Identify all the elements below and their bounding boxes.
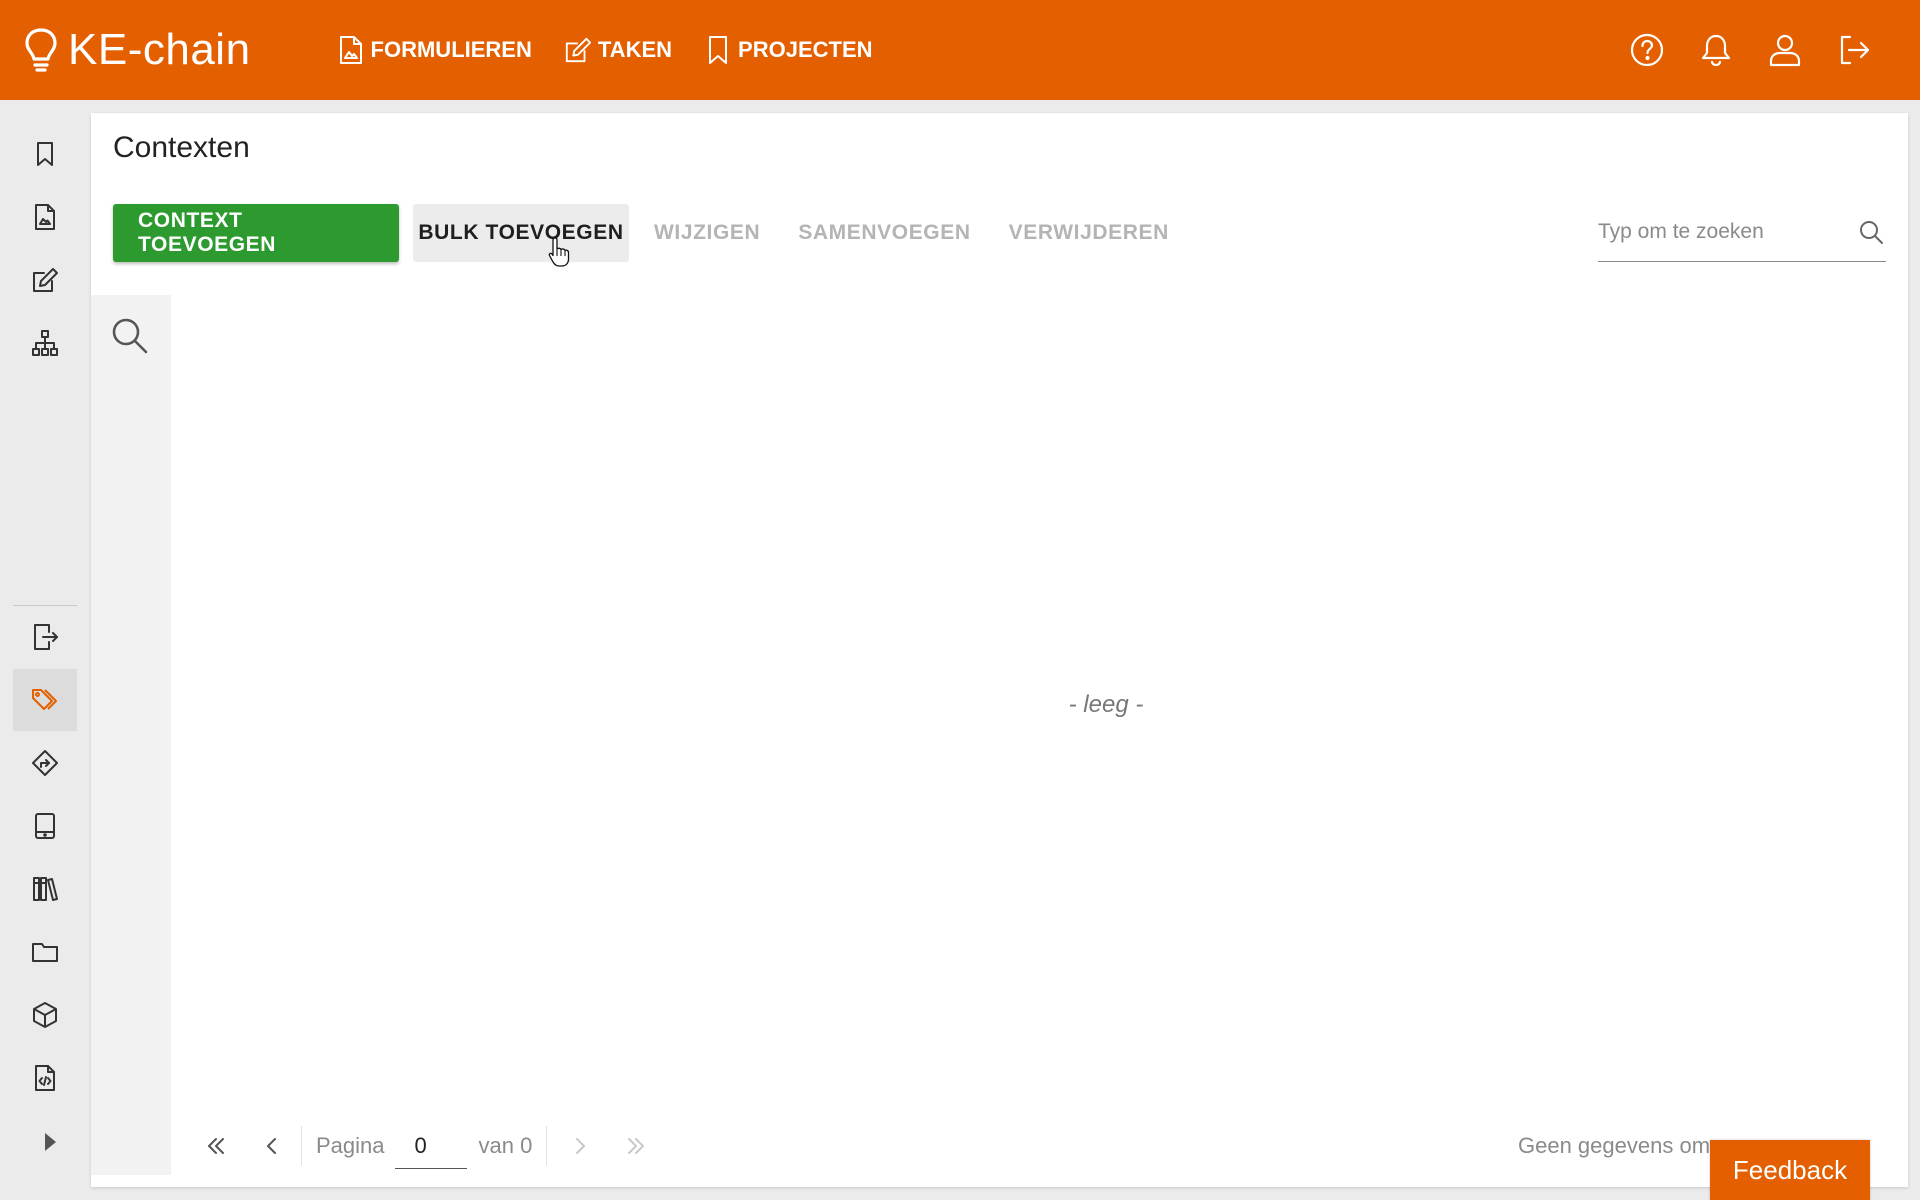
sidebar-item-routes[interactable] (13, 732, 77, 794)
nav-taken-label: TAKEN (597, 37, 673, 62)
top-navigation: FORMULIEREN TAKEN PROJECTEN (337, 0, 905, 100)
page-label: Pagina (316, 1133, 385, 1158)
empty-table-message: - leeg - (1068, 691, 1144, 718)
delete-button[interactable]: VERWIJDEREN (1009, 204, 1169, 262)
export-icon (31, 623, 59, 651)
page-number-input[interactable] (394, 1123, 467, 1169)
bookmark-icon (704, 35, 738, 65)
sitemap-icon (31, 329, 59, 357)
tags-icon (31, 686, 59, 714)
action-toolbar: CONTEXT TOEVOEGEN BULK TOEVOEGEN WIJZIGE… (113, 204, 1169, 262)
library-icon (31, 875, 59, 903)
pager-divider (546, 1126, 548, 1166)
folder-icon (31, 938, 59, 966)
sidebar-item-devices[interactable] (13, 795, 77, 857)
top-app-bar: KE-chain FORMULIEREN TAKEN PROJECTEN (0, 0, 1920, 100)
search-field (1598, 204, 1886, 262)
contexts-panel: Contexten CONTEXT TOEVOEGEN BULK TOEVOEG… (91, 113, 1908, 1187)
page-title: Contexten (113, 131, 250, 164)
route-icon (31, 749, 59, 777)
edit-icon (31, 266, 59, 294)
page-total-label: van 0 (478, 1133, 533, 1158)
feedback-button[interactable]: Feedback (1710, 1140, 1870, 1200)
logout-icon[interactable] (1836, 32, 1872, 68)
bookmark-icon (31, 140, 59, 168)
sidebar-item-library[interactable] (13, 858, 77, 920)
first-page-icon[interactable] (201, 1131, 231, 1161)
cube-icon (31, 1001, 59, 1029)
no-data-message: Geen gegevens om (1518, 1133, 1711, 1158)
top-actions (1596, 0, 1872, 100)
pagination: Pagina van 0 (201, 1119, 651, 1173)
edit-button[interactable]: WIJZIGEN (654, 204, 760, 262)
merge-button[interactable]: SAMENVOEGEN (798, 204, 970, 262)
sidebar-item-export[interactable] (13, 606, 77, 668)
help-icon[interactable] (1629, 32, 1665, 68)
search-input[interactable] (1598, 204, 1848, 260)
sidebar-item-forms[interactable] (13, 186, 77, 248)
form-icon (31, 203, 59, 231)
bulk-add-button[interactable]: BULK TOEVOEGEN (413, 204, 629, 262)
nav-formulieren[interactable]: FORMULIEREN (337, 35, 532, 65)
edit-icon (564, 35, 598, 65)
filter-search-icon[interactable] (109, 315, 149, 355)
search-icon[interactable] (1858, 219, 1884, 245)
nav-taken[interactable]: TAKEN (564, 35, 672, 65)
add-context-button[interactable]: CONTEXT TOEVOEGEN (113, 204, 399, 262)
sidebar-expand-icon[interactable] (40, 1127, 60, 1157)
sidebar (0, 100, 90, 1200)
pager-divider (301, 1126, 302, 1166)
lightbulb-logo-icon (24, 27, 58, 73)
script-file-icon (31, 1064, 59, 1092)
next-page-icon[interactable] (565, 1131, 595, 1161)
sidebar-item-tasks[interactable] (13, 249, 77, 311)
sidebar-item-bookmarks[interactable] (13, 123, 77, 185)
mouse-pointer-icon (547, 236, 571, 268)
last-page-icon[interactable] (621, 1131, 651, 1161)
sidebar-item-documents[interactable] (13, 921, 77, 983)
nav-formulieren-label: FORMULIEREN (370, 37, 532, 62)
user-icon[interactable] (1767, 32, 1803, 68)
sidebar-item-structure[interactable] (13, 312, 77, 374)
nav-projecten-label: PROJECTEN (738, 37, 873, 62)
sidebar-item-scripts[interactable] (13, 1047, 77, 1109)
bell-icon[interactable] (1698, 32, 1734, 68)
brand[interactable]: KE-chain (24, 0, 251, 100)
previous-page-icon[interactable] (257, 1131, 287, 1161)
sidebar-item-models[interactable] (13, 984, 77, 1046)
form-icon (337, 35, 371, 65)
sidebar-item-contexts[interactable] (13, 669, 77, 731)
nav-projecten[interactable]: PROJECTEN (704, 35, 873, 65)
filter-column (91, 295, 171, 1175)
tablet-icon (31, 812, 59, 840)
brand-name: KE-chain (68, 25, 251, 74)
